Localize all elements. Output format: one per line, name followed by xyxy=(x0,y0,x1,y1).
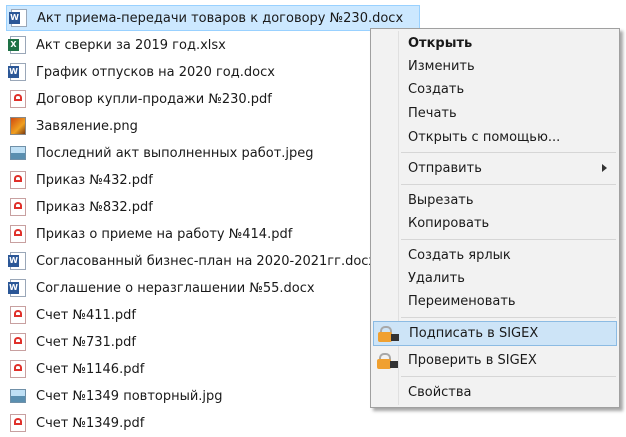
submenu-arrow-icon xyxy=(602,164,607,172)
file-item[interactable]: Счет №1349 повторный.jpg xyxy=(6,383,420,409)
menu-item-cut[interactable]: Вырезать xyxy=(373,189,617,212)
file-item[interactable]: Акт приема-передачи товаров к договору №… xyxy=(6,5,420,31)
menu-separator xyxy=(401,317,616,318)
file-item[interactable]: Счет №1146.pdf xyxy=(6,356,420,382)
file-name: Приказ о приеме на работу №414.pdf xyxy=(36,226,293,242)
file-item[interactable]: Счет №1349.pdf xyxy=(6,410,420,436)
word-file-icon xyxy=(8,279,26,297)
menu-label: Изменить xyxy=(408,59,475,74)
xls-file-icon xyxy=(8,36,26,54)
file-name: Акт приема-передачи товаров к договору №… xyxy=(37,10,404,26)
file-name: График отпусков на 2020 год.docx xyxy=(36,64,275,80)
menu-item-properties[interactable]: Свойства xyxy=(373,381,617,404)
file-item[interactable]: Завяление.png xyxy=(6,113,420,139)
menu-item-create[interactable]: Создать xyxy=(373,78,617,101)
menu-separator xyxy=(401,152,616,153)
sigex-lock-icon xyxy=(377,353,399,369)
menu-separator xyxy=(401,239,616,240)
menu-label: Подписать в SIGEX xyxy=(409,326,539,341)
menu-item-print[interactable]: Печать xyxy=(373,102,617,125)
menu-label: Создать ярлык xyxy=(408,248,511,263)
menu-label: Переименовать xyxy=(408,294,516,309)
img-file-icon xyxy=(10,146,26,160)
word-file-icon xyxy=(8,252,26,270)
menu-item-verify-sigex[interactable]: Проверить в SIGEX xyxy=(373,349,617,372)
menu-item-delete[interactable]: Удалить xyxy=(373,267,617,290)
file-name: Счет №1349 повторный.jpg xyxy=(36,388,223,404)
menu-item-edit[interactable]: Изменить xyxy=(373,55,617,78)
menu-label: Вырезать xyxy=(408,193,474,208)
menu-label: Свойства xyxy=(408,385,472,400)
file-item[interactable]: Договор купли-продажи №230.pdf xyxy=(6,86,420,112)
file-name: Счет №731.pdf xyxy=(36,334,137,350)
file-name: Счет №411.pdf xyxy=(36,307,137,323)
file-item[interactable]: График отпусков на 2020 год.docx xyxy=(6,59,420,85)
pdf-file-icon xyxy=(10,333,26,351)
menu-label: Создать xyxy=(408,82,465,97)
menu-separator xyxy=(401,376,616,377)
file-item[interactable]: Соглашение о неразглашении №55.docx xyxy=(6,275,420,301)
pdf-file-icon xyxy=(10,225,26,243)
file-name: Приказ №432.pdf xyxy=(36,172,153,188)
menu-item-send-to[interactable]: Отправить xyxy=(373,157,617,180)
menu-item-rename[interactable]: Переименовать xyxy=(373,290,617,313)
file-item[interactable]: Приказ о приеме на работу №414.pdf xyxy=(6,221,420,247)
menu-label: Удалить xyxy=(408,271,465,286)
menu-item-open-with[interactable]: Открыть с помощью... xyxy=(373,126,617,149)
file-item[interactable]: Согласованный бизнес-план на 2020-2021гг… xyxy=(6,248,420,274)
file-item[interactable]: Последний акт выполненных работ.jpeg xyxy=(6,140,420,166)
file-name: Последний акт выполненных работ.jpeg xyxy=(36,145,314,161)
file-item[interactable]: Приказ №432.pdf xyxy=(6,167,420,193)
pdf-file-icon xyxy=(10,171,26,189)
menu-item-copy[interactable]: Копировать xyxy=(373,212,617,235)
menu-label: Открыть с помощью... xyxy=(408,130,561,145)
menu-label: Копировать xyxy=(408,216,490,231)
file-name: Завяление.png xyxy=(36,118,138,134)
file-name: Счет №1146.pdf xyxy=(36,361,145,377)
menu-item-sign-sigex[interactable]: Подписать в SIGEX xyxy=(373,321,617,346)
file-name: Договор купли-продажи №230.pdf xyxy=(36,91,272,107)
pdf-file-icon xyxy=(10,90,26,108)
file-item[interactable]: Счет №731.pdf xyxy=(6,329,420,355)
pdf-file-icon xyxy=(10,414,26,432)
menu-item-open[interactable]: Открыть xyxy=(373,32,617,55)
pdf-file-icon xyxy=(10,198,26,216)
pdf-file-icon xyxy=(10,360,26,378)
context-menu: Открыть Изменить Создать Печать Открыть … xyxy=(370,28,620,408)
pdf-file-icon xyxy=(10,306,26,324)
menu-label: Проверить в SIGEX xyxy=(408,353,537,368)
menu-label: Отправить xyxy=(408,161,482,176)
img-file-icon xyxy=(10,389,26,403)
menu-item-create-shortcut[interactable]: Создать ярлык xyxy=(373,244,617,267)
file-item[interactable]: Счет №411.pdf xyxy=(6,302,420,328)
file-name: Соглашение о неразглашении №55.docx xyxy=(36,280,315,296)
menu-separator xyxy=(401,184,616,185)
file-name: Согласованный бизнес-план на 2020-2021гг… xyxy=(36,253,377,269)
word-file-icon xyxy=(8,63,26,81)
file-item[interactable]: Приказ №832.pdf xyxy=(6,194,420,220)
file-name: Счет №1349.pdf xyxy=(36,415,145,431)
file-name: Приказ №832.pdf xyxy=(36,199,153,215)
word-file-icon xyxy=(9,9,27,27)
file-name: Акт сверки за 2019 год.xlsx xyxy=(36,37,226,53)
menu-label: Открыть xyxy=(408,36,473,51)
file-item[interactable]: Акт сверки за 2019 год.xlsx xyxy=(6,32,420,58)
menu-label: Печать xyxy=(408,106,457,121)
png-file-icon xyxy=(10,117,26,135)
sigex-lock-icon xyxy=(378,326,400,342)
